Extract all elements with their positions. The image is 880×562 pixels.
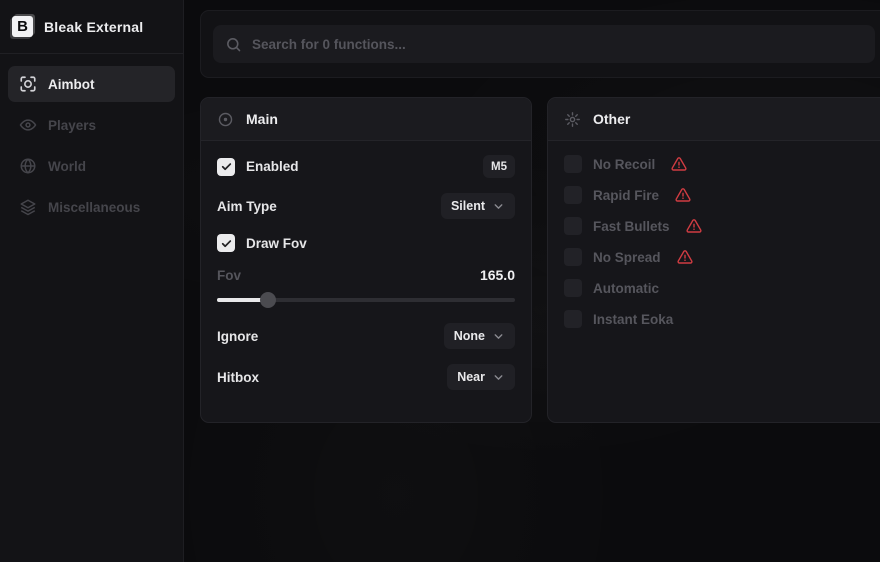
toggle-automatic[interactable]: Automatic — [564, 279, 873, 297]
enabled-checkbox[interactable]: Enabled — [217, 158, 299, 176]
aim-type-value: Silent — [451, 199, 485, 213]
app-logo-icon: B — [12, 16, 33, 37]
main-panel: Main Enabled M5 Aim Type Silent — [200, 97, 532, 423]
automatic-label: Automatic — [593, 281, 659, 296]
eye-icon — [19, 116, 37, 134]
rapid-fire-label: Rapid Fire — [593, 188, 659, 203]
search-container — [200, 10, 880, 78]
enabled-label: Enabled — [246, 159, 299, 174]
checkbox-checked-icon[interactable] — [217, 158, 235, 176]
toggle-instant-eoka[interactable]: Instant Eoka — [564, 310, 873, 328]
slider-thumb[interactable] — [260, 292, 276, 308]
chevron-down-icon — [492, 330, 505, 343]
ignore-select[interactable]: None — [444, 323, 515, 349]
fast-bullets-label: Fast Bullets — [593, 219, 670, 234]
no-spread-label: No Spread — [593, 250, 661, 265]
instant-eoka-label: Instant Eoka — [593, 312, 673, 327]
warning-icon — [686, 218, 702, 234]
warning-icon — [671, 156, 687, 172]
fov-label: Fov — [217, 268, 241, 283]
warning-icon — [677, 249, 693, 265]
other-panel-header: Other — [548, 98, 880, 141]
checkbox-unchecked-icon[interactable] — [564, 155, 582, 173]
sidebar-item-label: Miscellaneous — [48, 200, 140, 215]
fov-value-row: Fov 165.0 — [217, 267, 515, 283]
draw-fov-label: Draw Fov — [246, 236, 307, 251]
slider-track[interactable] — [217, 298, 515, 302]
enabled-row: Enabled M5 — [217, 155, 515, 178]
sidebar-item-players[interactable]: Players — [8, 107, 175, 143]
chevron-down-icon — [492, 371, 505, 384]
aim-type-label: Aim Type — [217, 199, 277, 214]
search-icon — [225, 36, 242, 53]
no-recoil-label: No Recoil — [593, 157, 655, 172]
checkbox-unchecked-icon[interactable] — [564, 279, 582, 297]
aim-type-row: Aim Type Silent — [217, 193, 515, 219]
checkbox-unchecked-icon[interactable] — [564, 186, 582, 204]
ignore-value: None — [454, 329, 485, 343]
hitbox-value: Near — [457, 370, 485, 384]
sidebar: B Bleak External Aimbot Players World Mi… — [0, 0, 184, 562]
layers-icon — [19, 198, 37, 216]
checkbox-unchecked-icon[interactable] — [564, 310, 582, 328]
hitbox-label: Hitbox — [217, 370, 259, 385]
sidebar-item-label: Players — [48, 118, 96, 133]
sidebar-item-world[interactable]: World — [8, 148, 175, 184]
search-input[interactable] — [252, 37, 863, 52]
target-icon — [217, 111, 234, 128]
checkbox-unchecked-icon[interactable] — [564, 217, 582, 235]
hitbox-row: Hitbox Near — [217, 364, 515, 390]
main-panel-body: Enabled M5 Aim Type Silent Draw Fov Fov — [201, 141, 531, 422]
ignore-row: Ignore None — [217, 323, 515, 349]
crosshair-scan-icon — [19, 75, 37, 93]
toggle-no-spread[interactable]: No Spread — [564, 248, 873, 266]
toggle-no-recoil[interactable]: No Recoil — [564, 155, 873, 173]
main-panel-header: Main — [201, 98, 531, 141]
gear-icon — [564, 111, 581, 128]
ignore-label: Ignore — [217, 329, 258, 344]
sidebar-header: B Bleak External — [0, 0, 183, 54]
chevron-down-icon — [492, 200, 505, 213]
search-field[interactable] — [213, 25, 875, 63]
other-panel-title: Other — [593, 111, 630, 127]
app-window: B Bleak External Aimbot Players World Mi… — [0, 0, 880, 562]
app-title: Bleak External — [44, 19, 143, 35]
sidebar-item-label: Aimbot — [48, 77, 95, 92]
other-panel: Other No Recoil Rapid Fire Fast Bullets … — [547, 97, 880, 423]
fov-slider[interactable] — [217, 292, 515, 308]
sidebar-item-aimbot[interactable]: Aimbot — [8, 66, 175, 102]
draw-fov-row: Draw Fov — [217, 234, 515, 252]
other-panel-body: No Recoil Rapid Fire Fast Bullets No Spr… — [548, 141, 880, 422]
warning-icon — [675, 187, 691, 203]
keybind-button[interactable]: M5 — [483, 155, 515, 178]
fov-value: 165.0 — [480, 267, 515, 283]
slider-fill — [217, 298, 268, 302]
main-panel-title: Main — [246, 111, 278, 127]
draw-fov-checkbox[interactable]: Draw Fov — [217, 234, 307, 252]
globe-icon — [19, 157, 37, 175]
toggle-rapid-fire[interactable]: Rapid Fire — [564, 186, 873, 204]
checkbox-checked-icon[interactable] — [217, 234, 235, 252]
aim-type-select[interactable]: Silent — [441, 193, 515, 219]
sidebar-item-miscellaneous[interactable]: Miscellaneous — [8, 189, 175, 225]
hitbox-select[interactable]: Near — [447, 364, 515, 390]
sidebar-nav: Aimbot Players World Miscellaneous — [0, 54, 183, 237]
checkbox-unchecked-icon[interactable] — [564, 248, 582, 266]
toggle-fast-bullets[interactable]: Fast Bullets — [564, 217, 873, 235]
sidebar-item-label: World — [48, 159, 86, 174]
